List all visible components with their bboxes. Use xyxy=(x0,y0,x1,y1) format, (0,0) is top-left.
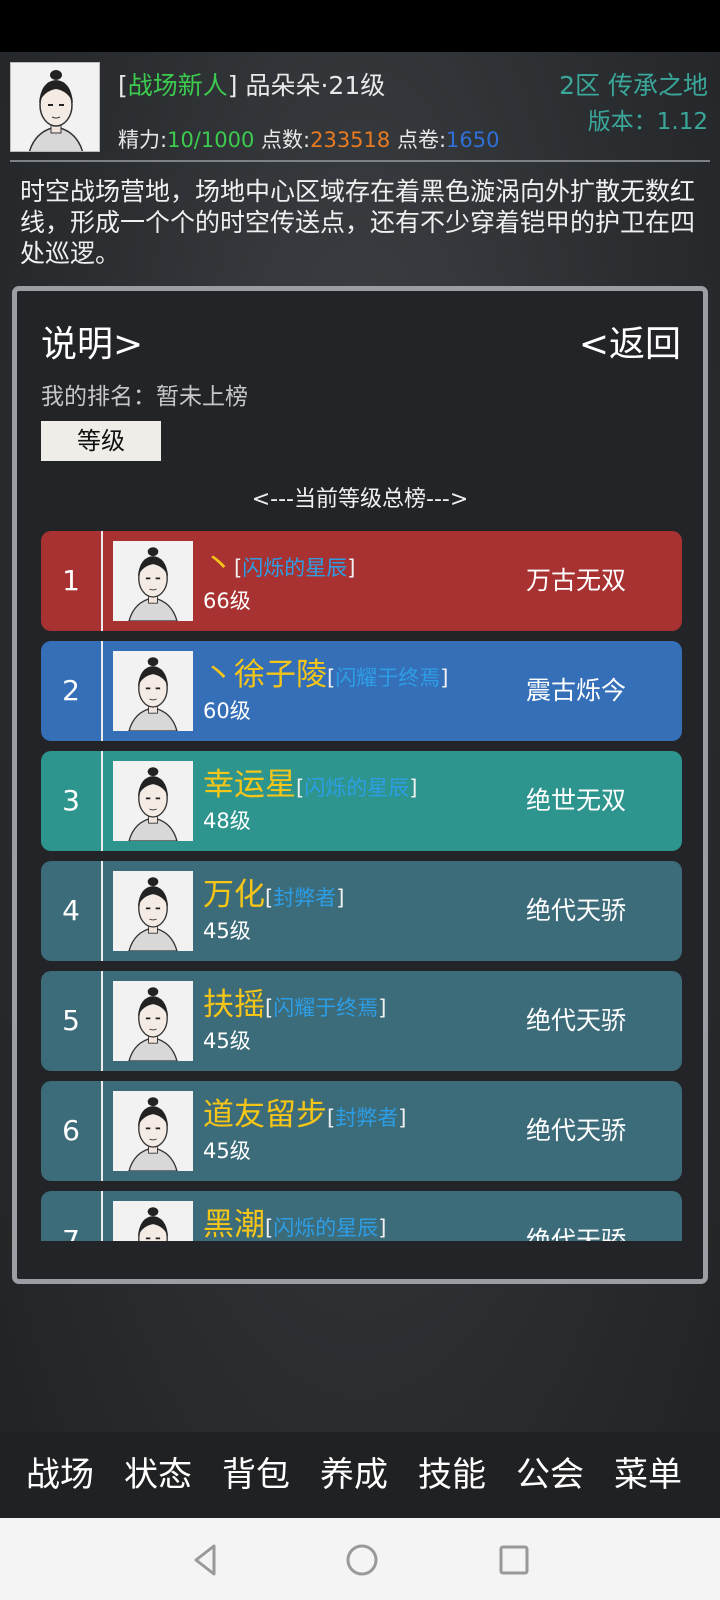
rank-player-honor: 震古烁今 xyxy=(526,676,627,705)
rank-player-level: 66级 xyxy=(203,589,251,613)
nav-status[interactable]: 状态 xyxy=(108,1432,208,1518)
player-name-line: [战场新人] 品朵朵·21级 xyxy=(118,71,386,100)
ranking-row[interactable]: 5 扶摇[闪耀于终焉] 45级 绝代天骄 xyxy=(41,971,682,1071)
rank-player-level: 60级 xyxy=(203,699,251,723)
rank-player-name: 丶 xyxy=(203,547,234,583)
rank-player-line: 道友留步[封弊者] xyxy=(203,1089,406,1134)
location-description: 时空战场营地，场地中心区域存在着黑色漩涡向外扩散无数红线，形成一个个的时空传送点… xyxy=(20,177,696,268)
rank-separator xyxy=(101,861,103,961)
rank-player-name: 道友留步 xyxy=(203,1097,327,1133)
ranking-row[interactable]: 1 丶[闪烁的星辰] 66级 万古无双 xyxy=(41,531,682,631)
points-value: 233518 xyxy=(310,128,391,152)
ranking-row[interactable]: 2 丶徐子陵[闪耀于终焉] 60级 震古烁今 xyxy=(41,641,682,741)
ranking-row[interactable]: 7黑潮[闪烁的星辰]44级绝代天骄 xyxy=(41,1191,682,1241)
rank-number: 5 xyxy=(62,1004,80,1037)
nav-backpack[interactable]: 背包 xyxy=(206,1432,306,1518)
back-triangle-icon[interactable] xyxy=(186,1540,226,1580)
ranking-row[interactable]: 6 道友留步[封弊者] 45级 绝代天骄 xyxy=(41,1081,682,1181)
player-avatar-icon[interactable] xyxy=(113,981,193,1061)
rank-separator xyxy=(101,971,103,1071)
rank-player-name: 丶徐子陵 xyxy=(203,657,327,693)
explain-button[interactable]: 说明> xyxy=(41,315,143,367)
ranking-panel: 说明> <返回 我的排名：暂未上榜 等级 <---当前等级总榜---> 1 丶[闪… xyxy=(12,286,708,1284)
player-header: [战场新人] 品朵朵·21级 精力:10/1000 点数:233518 点卷:1… xyxy=(0,52,720,162)
rank-number: 7 xyxy=(62,1224,80,1241)
energy-value: 10/1000 xyxy=(167,128,255,152)
status-bar xyxy=(0,0,720,52)
rank-player-line: 丶[闪烁的星辰] xyxy=(203,539,355,584)
rank-player-name: 扶摇 xyxy=(203,987,265,1023)
level-tab-button[interactable]: 等级 xyxy=(41,421,161,461)
back-button[interactable]: <返回 xyxy=(579,315,681,367)
rank-player-title: [闪烁的星辰] xyxy=(234,556,356,580)
rank-player-line: 万化[封弊者] xyxy=(203,869,344,914)
my-rank-label: 我的排名：暂未上榜 xyxy=(41,384,248,410)
scroll-value: 1650 xyxy=(446,128,500,152)
rank-number: 1 xyxy=(62,564,80,597)
rank-player-name: 万化 xyxy=(203,877,265,913)
rank-player-level: 48级 xyxy=(203,809,251,833)
rank-number: 4 xyxy=(62,894,80,927)
player-avatar-icon[interactable] xyxy=(113,1201,193,1241)
rank-number: 2 xyxy=(62,674,80,707)
rank-separator xyxy=(101,641,103,741)
nav-guild[interactable]: 公会 xyxy=(500,1432,600,1518)
rank-player-level: 45级 xyxy=(203,1139,251,1163)
recent-square-icon[interactable] xyxy=(494,1540,534,1580)
player-avatar-icon[interactable] xyxy=(113,761,193,841)
player-avatar-icon[interactable] xyxy=(113,871,193,951)
rank-player-level: 45级 xyxy=(203,919,251,943)
player-avatar-icon[interactable] xyxy=(113,651,193,731)
rank-number: 6 xyxy=(62,1114,80,1147)
rank-player-line: 丶徐子陵[闪耀于终焉] xyxy=(203,649,448,694)
home-circle-icon[interactable] xyxy=(342,1540,382,1580)
rank-player-title: [闪烁的星辰] xyxy=(265,1216,387,1240)
rank-player-honor: 绝代天骄 xyxy=(526,1006,627,1035)
player-avatar-icon[interactable] xyxy=(10,62,100,152)
rank-player-honor: 绝代天骄 xyxy=(526,896,627,925)
rank-separator xyxy=(101,751,103,851)
rank-player-name: 幸运星 xyxy=(203,767,296,803)
player-name-level: 品朵朵·21级 xyxy=(245,71,386,100)
rank-separator xyxy=(101,1191,103,1241)
system-nav-bar xyxy=(0,1518,720,1600)
rank-player-line: 幸运星[闪烁的星辰] xyxy=(203,759,417,804)
rank-player-title: [闪耀于终焉] xyxy=(327,666,449,690)
ranking-list[interactable]: 1 丶[闪烁的星辰] 66级 万古无双 2 丶徐子陵[闪耀于终焉] 60级 震古烁今 3 幸运星[… xyxy=(41,531,682,1241)
nav-battlefield[interactable]: 战场 xyxy=(10,1432,110,1518)
rank-separator xyxy=(101,1081,103,1181)
rank-player-honor: 绝代天骄 xyxy=(526,1116,627,1145)
rank-player-honor: 绝代天骄 xyxy=(526,1226,627,1241)
rank-separator xyxy=(101,531,103,631)
player-tag: 战场新人 xyxy=(127,71,228,100)
rank-player-line: 扶摇[闪耀于终焉] xyxy=(203,979,386,1024)
rank-player-title: [封弊者] xyxy=(327,1106,407,1130)
nav-menu[interactable]: 菜单 xyxy=(598,1432,698,1518)
player-avatar-icon[interactable] xyxy=(113,541,193,621)
ranking-row[interactable]: 4 万化[封弊者] 45级 绝代天骄 xyxy=(41,861,682,961)
version-label: 版本：1.12 xyxy=(587,109,708,135)
bottom-nav: 战场 状态 背包 养成 技能 公会 菜单 xyxy=(0,1432,720,1518)
board-title: <---当前等级总榜---> xyxy=(251,487,469,512)
server-label[interactable]: 2区 传承之地 xyxy=(559,66,708,102)
rank-player-title: [闪耀于终焉] xyxy=(265,996,387,1020)
nav-cultivate[interactable]: 养成 xyxy=(304,1432,404,1518)
rank-number: 3 xyxy=(62,784,80,817)
rank-player-level: 45级 xyxy=(203,1029,251,1053)
header-divider xyxy=(10,160,710,162)
rank-player-title: [封弊者] xyxy=(265,886,345,910)
nav-skills[interactable]: 技能 xyxy=(402,1432,502,1518)
rank-player-name: 黑潮 xyxy=(203,1207,265,1241)
rank-player-honor: 绝世无双 xyxy=(526,786,627,815)
player-stats-line: 精力:10/1000 点数:233518 点卷:1650 xyxy=(118,128,500,152)
player-avatar-icon[interactable] xyxy=(113,1091,193,1171)
ranking-row[interactable]: 3 幸运星[闪烁的星辰] 48级 绝世无双 xyxy=(41,751,682,851)
rank-player-line: 黑潮[闪烁的星辰] xyxy=(203,1199,386,1241)
rank-player-title: [闪烁的星辰] xyxy=(296,776,418,800)
rank-player-honor: 万古无双 xyxy=(526,566,627,595)
